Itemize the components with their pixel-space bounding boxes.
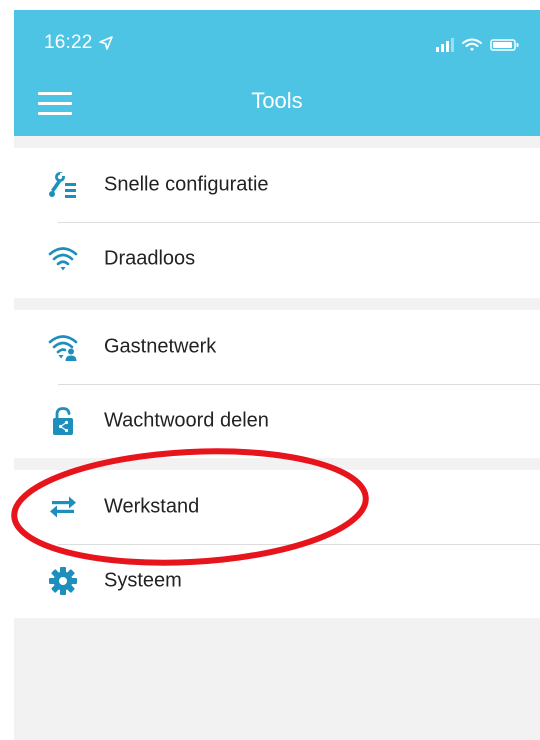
operation-mode-arrows-icon bbox=[48, 492, 78, 522]
header-bar: 16:22 Tools bbox=[14, 10, 540, 136]
wifi-status-icon bbox=[462, 38, 482, 51]
tool-item-draadloos[interactable]: Draadloos bbox=[14, 222, 540, 296]
guest-network-icon bbox=[48, 332, 78, 362]
status-icons bbox=[436, 38, 520, 52]
page-title: Tools bbox=[251, 88, 303, 113]
gear-icon bbox=[48, 566, 78, 596]
quick-setup-tools-icon bbox=[48, 170, 78, 200]
tool-item-label: Gastnetwerk bbox=[104, 335, 217, 358]
status-time: 16:22 bbox=[44, 32, 113, 54]
battery-icon bbox=[490, 39, 519, 51]
tool-item-label: Systeem bbox=[104, 569, 182, 592]
tool-item-wachtwoord-delen[interactable]: Wachtwoord delen bbox=[14, 384, 540, 458]
tools-list: Snelle configuratie Draadloos Gastnetwer… bbox=[14, 136, 540, 740]
wifi-icon bbox=[48, 244, 78, 274]
share-password-lock-icon bbox=[48, 406, 78, 436]
tools-group-1: Snelle configuratie Draadloos bbox=[14, 148, 540, 298]
tool-item-werkstand[interactable]: Werkstand bbox=[14, 470, 540, 544]
tool-item-label: Snelle configuratie bbox=[104, 173, 269, 196]
tools-group-2: Gastnetwerk Wachtwoord delen bbox=[14, 310, 540, 458]
status-time-text: 16:22 bbox=[44, 32, 93, 53]
location-arrow-icon bbox=[98, 36, 113, 50]
tool-item-label: Wachtwoord delen bbox=[104, 409, 269, 432]
tool-item-systeem[interactable]: Systeem bbox=[14, 544, 540, 618]
cellular-signal-icon bbox=[436, 38, 454, 52]
tool-item-label: Draadloos bbox=[104, 247, 196, 270]
tool-item-label: Werkstand bbox=[104, 495, 200, 518]
tools-group-3: Werkstand Systeem bbox=[14, 470, 540, 618]
tools-screen: 16:22 Tools Snelle configuratie Draadloo… bbox=[0, 0, 540, 740]
tool-item-gastnetwerk[interactable]: Gastnetwerk bbox=[14, 310, 540, 384]
tool-item-snelle-configuratie[interactable]: Snelle configuratie bbox=[14, 148, 540, 222]
